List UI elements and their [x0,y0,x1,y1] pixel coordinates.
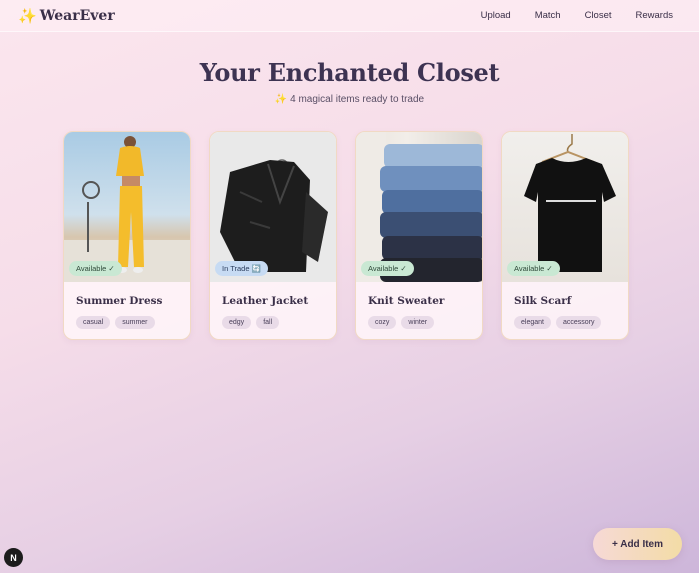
leather-jacket-image [220,159,328,272]
closet-card[interactable]: Available ✓ Silk Scarf elegant accessory [501,131,629,340]
tag-chip[interactable]: casual [76,316,111,329]
main-nav: Upload Match Closet Rewards [481,10,673,21]
tag-chip[interactable]: accessory [555,316,602,329]
tag-chip[interactable]: summer [115,316,155,329]
tag-chip[interactable]: fall [256,316,280,329]
item-photo-summer-dress: Available ✓ [64,132,190,282]
dev-tools-badge[interactable]: N [4,548,23,567]
tag-list: cozy winter [368,316,435,329]
item-count-text: 4 magical items ready to trade [290,94,425,105]
closet-card[interactable]: In Trade 🔄 Leather Jacket edgy fall [209,131,337,340]
closet-card[interactable]: Available ✓ Knit Sweater cozy winter [355,131,483,340]
tag-list: casual summer [76,316,155,329]
tag-chip[interactable]: elegant [514,316,551,329]
page-title: Your Enchanted Closet [199,58,500,87]
tag-chip[interactable]: winter [401,316,435,329]
silk-scarf-image [524,134,616,272]
closet-grid: Available ✓ Summer Dress casual summer I… [63,131,629,340]
nav-rewards[interactable]: Rewards [636,10,674,21]
tag-list: elegant accessory [514,316,602,329]
item-name: Summer Dress [76,295,163,307]
status-badge: Available ✓ [361,261,414,276]
tag-chip[interactable]: edgy [222,316,252,329]
item-photo-knit-sweater: Available ✓ [356,132,482,282]
top-navbar: ✨ WearEver Upload Match Closet Rewards [0,0,699,32]
page-subtitle: ✨ 4 magical items ready to trade [0,94,699,105]
item-name: Silk Scarf [514,295,572,307]
knit-sweater-image [356,132,482,282]
sparkle-icon: ✨ [274,94,288,105]
brand-logo[interactable]: ✨ WearEver [18,7,115,25]
brand-name: WearEver [39,7,115,24]
nav-match[interactable]: Match [535,10,561,21]
sparkle-icon: ✨ [18,7,37,25]
closet-card[interactable]: Available ✓ Summer Dress casual summer [63,131,191,340]
item-name: Leather Jacket [222,295,309,307]
nav-closet[interactable]: Closet [585,10,612,21]
add-item-button[interactable]: + Add Item [593,528,682,560]
nav-upload[interactable]: Upload [481,10,511,21]
item-photo-leather-jacket: In Trade 🔄 [210,132,336,282]
item-name: Knit Sweater [368,295,445,307]
item-photo-silk-scarf: Available ✓ [502,132,628,282]
status-badge: In Trade 🔄 [215,261,268,276]
tag-chip[interactable]: cozy [368,316,397,329]
status-badge: Available ✓ [507,261,560,276]
summer-dress-image [64,136,190,282]
status-badge: Available ✓ [69,261,122,276]
tag-list: edgy fall [222,316,280,329]
